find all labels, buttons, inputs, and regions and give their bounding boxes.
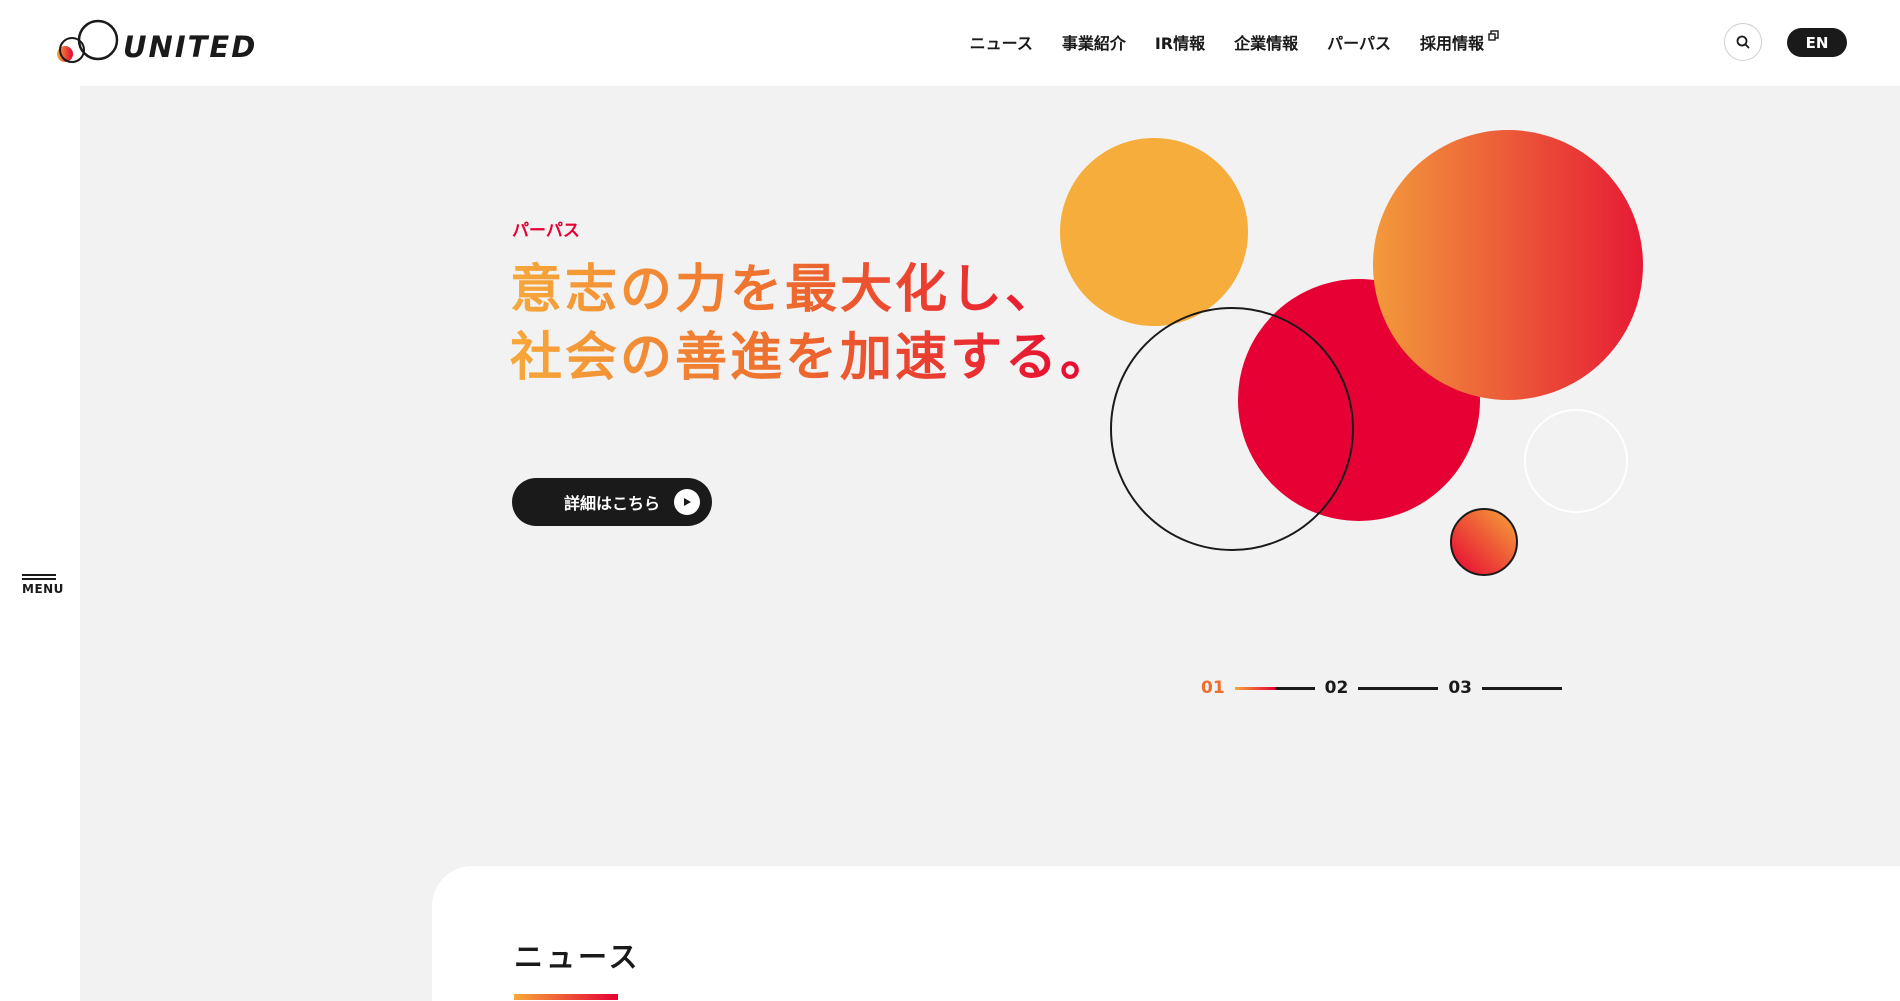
news-title: ニュース bbox=[514, 940, 641, 974]
details-button[interactable]: 詳細はこちら bbox=[512, 478, 712, 526]
nav-item-ir[interactable]: IR情報 bbox=[1155, 30, 1205, 54]
hero-section: パーパス 意志の力を最大化し、 社会の善進を加速する。 詳細はこちら 01 02… bbox=[80, 86, 1900, 1001]
headline-line-1: 意志の力を最大化し、 bbox=[510, 260, 1061, 320]
slide-03-progress[interactable] bbox=[1482, 686, 1563, 690]
news-section: ニュース bbox=[432, 866, 1900, 1001]
gradient-circle bbox=[1373, 130, 1643, 400]
site-header: UNITED ニュース 事業紹介 IR情報 企業情報 パーパス 採用情報 EN bbox=[0, 0, 1900, 86]
slide-01[interactable]: 01 bbox=[1201, 678, 1225, 698]
details-button-label: 詳細はこちら bbox=[564, 494, 661, 513]
nav-item-recruit[interactable]: 採用情報 bbox=[1420, 30, 1500, 54]
search-button[interactable] bbox=[1724, 23, 1762, 61]
nav-item-purpose[interactable]: パーパス bbox=[1327, 30, 1391, 54]
headline-line-2: 社会の善進を加速する。 bbox=[510, 328, 1116, 388]
slide-02[interactable]: 02 bbox=[1325, 678, 1349, 698]
slide-pager: 01 02 03 bbox=[1201, 678, 1563, 698]
small-gradient-circle bbox=[1450, 508, 1518, 576]
hero-headline: 意志の力を最大化し、 社会の善進を加速する。 bbox=[510, 256, 1115, 392]
news-title-underline bbox=[514, 994, 618, 1000]
hamburger-icon bbox=[22, 574, 60, 580]
hero-circles-graphic bbox=[1060, 130, 1643, 576]
slide-02-progress[interactable] bbox=[1358, 686, 1439, 690]
hero-eyebrow: パーパス bbox=[512, 221, 580, 241]
external-link-icon bbox=[1488, 30, 1499, 41]
nav-item-news[interactable]: ニュース bbox=[970, 30, 1033, 54]
nav-item-business[interactable]: 事業紹介 bbox=[1062, 30, 1126, 54]
slide-03[interactable]: 03 bbox=[1448, 678, 1472, 698]
united-logo[interactable]: UNITED bbox=[55, 16, 255, 68]
white-outline-circle bbox=[1524, 409, 1628, 513]
nav-item-company[interactable]: 企業情報 bbox=[1234, 30, 1298, 54]
logo-mark-icon bbox=[57, 19, 119, 63]
search-icon bbox=[1736, 35, 1750, 49]
logo-text: UNITED bbox=[123, 30, 258, 64]
side-rail: MENU bbox=[0, 86, 80, 1001]
arrow-right-icon bbox=[674, 489, 700, 515]
main-nav: ニュース 事業紹介 IR情報 企業情報 パーパス 採用情報 bbox=[970, 30, 1500, 54]
menu-label: MENU bbox=[22, 582, 64, 596]
slide-01-progress[interactable] bbox=[1234, 686, 1315, 690]
menu-button[interactable]: MENU bbox=[22, 574, 64, 604]
language-en-button[interactable]: EN bbox=[1787, 28, 1847, 57]
